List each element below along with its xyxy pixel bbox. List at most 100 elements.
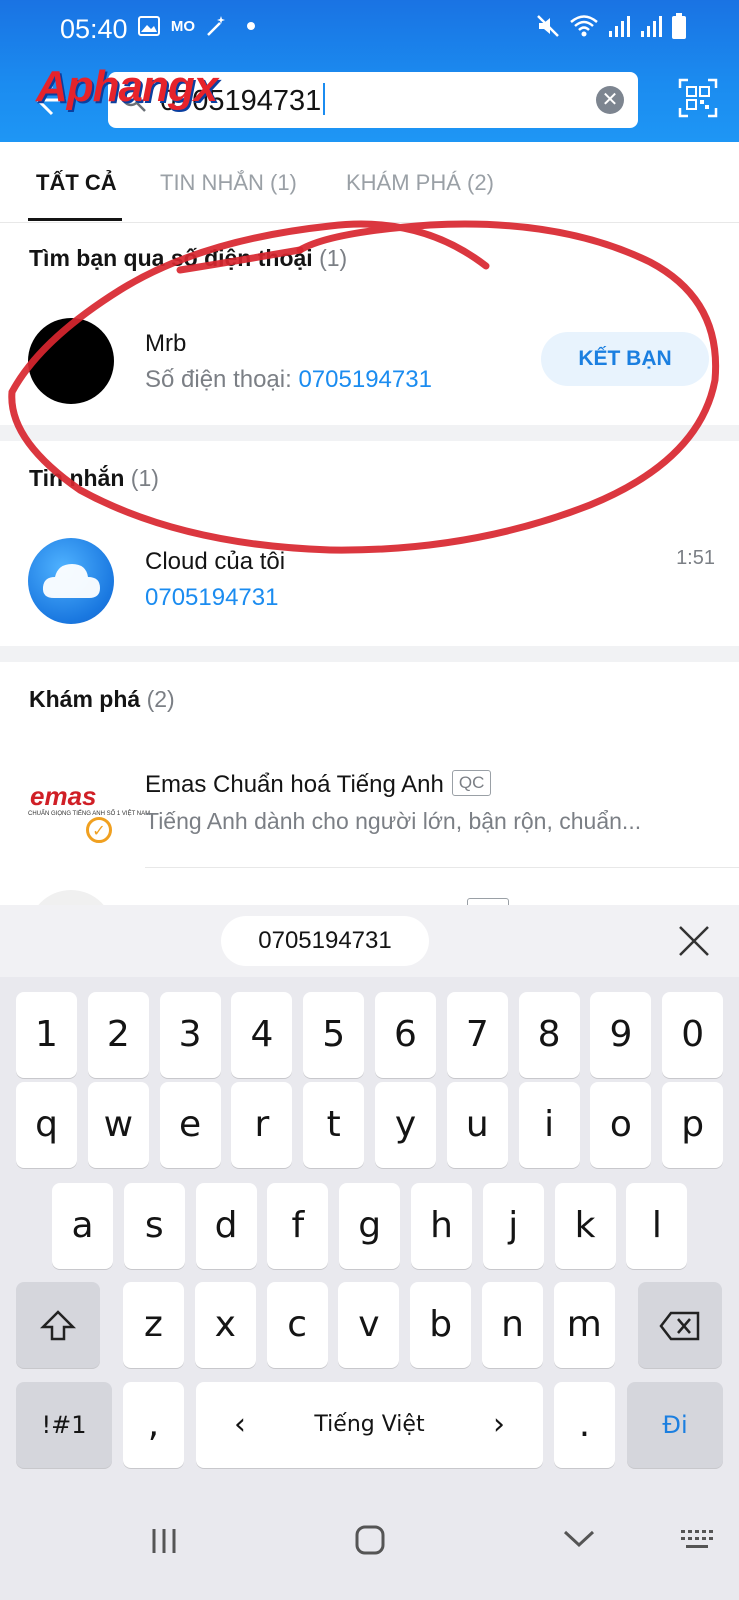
verified-check-icon: ✓ [86, 817, 112, 843]
ad-badge: QC [451, 770, 492, 796]
shift-key[interactable] [16, 1282, 100, 1368]
key-3[interactable]: 3 [159, 992, 221, 1078]
go-key[interactable]: Đi [627, 1382, 723, 1468]
messages-section-count: (1) [130, 465, 159, 491]
phone-section-count: (1) [319, 245, 348, 271]
app-header: 05:40 MO 0705194731 ✕ Aphangx [0, 0, 739, 142]
key-k[interactable]: k [554, 1183, 616, 1269]
soft-keyboard: 0705194731 1234567890 qwertyuiop asdfghjkl… [0, 905, 739, 1600]
shift-icon [39, 1310, 77, 1341]
key-0[interactable]: 0 [662, 992, 724, 1078]
key-x[interactable]: x [194, 1282, 256, 1368]
key-m[interactable]: m [553, 1282, 615, 1368]
keyboard-icon[interactable] [680, 1528, 714, 1557]
cloud-avatar-icon[interactable] [28, 538, 114, 624]
discover-section-count: (2) [146, 686, 175, 712]
key-a[interactable]: a [52, 1183, 113, 1269]
key-q[interactable]: q [16, 1082, 77, 1168]
tab-all[interactable]: TẤT CẢ [36, 170, 117, 196]
key-o[interactable]: o [590, 1082, 652, 1168]
phone-section-title-text: Tìm bạn qua số điện thoại [29, 245, 313, 271]
key-l[interactable]: l [626, 1183, 688, 1269]
conversation-time: 1:51 [676, 547, 715, 569]
emas-logo[interactable]: emas CHUẨN GIỌNG TIẾNG ANH SỐ 1 VIỆT NAM… [26, 775, 150, 845]
status-bar: 05:40 MO [0, 0, 739, 56]
back-icon[interactable] [562, 1528, 596, 1555]
key-b[interactable]: b [410, 1282, 472, 1368]
key-z[interactable]: z [123, 1282, 184, 1368]
text-caret [323, 83, 326, 115]
key-4[interactable]: 4 [231, 992, 293, 1078]
qr-code-icon[interactable] [678, 78, 718, 118]
close-icon[interactable] [676, 923, 712, 959]
signal-icon [639, 13, 663, 44]
watermark-logo: Aphangx [36, 62, 218, 111]
discover-item-description: Tiếng Anh dành cho người lớn, bận rộn, c… [145, 808, 642, 834]
emas-logo-tagline: CHUẨN GIỌNG TIẾNG ANH SỐ 1 VIỆT NAM [28, 811, 151, 817]
home-icon[interactable] [354, 1524, 386, 1561]
contact-phone-line: Số điện thoại: 0705194731 [145, 366, 432, 394]
key-1[interactable]: 1 [16, 992, 77, 1078]
messages-section-title-text: Tin nhắn [29, 465, 125, 491]
key-n[interactable]: n [482, 1282, 543, 1368]
discover-item-name: Emas Chuẩn hoá Tiếng Anh [145, 771, 444, 798]
key-8[interactable]: 8 [518, 992, 580, 1078]
key-t[interactable]: t [303, 1082, 365, 1168]
tab-discover[interactable]: KHÁM PHÁ (2) [346, 170, 494, 196]
clear-search-button[interactable]: ✕ [596, 86, 624, 114]
key-g[interactable]: g [339, 1183, 401, 1269]
key-h[interactable]: h [411, 1183, 472, 1269]
conversation-snippet: 0705194731 [145, 584, 279, 611]
key-i[interactable]: i [518, 1082, 580, 1168]
key-6[interactable]: 6 [375, 992, 436, 1078]
space-bar-language[interactable]: ‹ Tiếng Việt › [196, 1382, 543, 1468]
emas-logo-text: emas [30, 781, 97, 811]
key-e[interactable]: e [159, 1082, 221, 1168]
suggestion-bar: 0705194731 [0, 905, 739, 977]
result-tabs: TẤT CẢ TIN NHẮN (1) KHÁM PHÁ (2) [0, 142, 739, 223]
key-r[interactable]: r [231, 1082, 293, 1168]
backspace-icon [659, 1311, 700, 1341]
key-9[interactable]: 9 [590, 992, 652, 1078]
key-u[interactable]: u [446, 1082, 508, 1168]
battery-icon [671, 12, 687, 45]
symbols-key[interactable]: !#1 [16, 1382, 112, 1468]
comma-key[interactable]: , [123, 1382, 184, 1468]
suggestion-chip[interactable]: 0705194731 [221, 916, 429, 966]
conversation-name[interactable]: Cloud của tôi [145, 548, 285, 576]
section-divider [0, 425, 739, 441]
key-5[interactable]: 5 [303, 992, 365, 1078]
tab-messages[interactable]: TIN NHẮN (1) [160, 170, 297, 196]
discover-item-name-line[interactable]: Emas Chuẩn hoá Tiếng Anh QC [145, 770, 492, 799]
discover-section-title-text: Khám phá [29, 686, 141, 712]
key-c[interactable]: c [266, 1282, 328, 1368]
key-w[interactable]: w [87, 1082, 149, 1168]
status-notification-icons: MO [137, 14, 263, 38]
discover-section-title: Khám phá (2) [29, 686, 175, 713]
phone-section-title: Tìm bạn qua số điện thoại (1) [29, 245, 347, 272]
image-icon [137, 14, 161, 38]
wifi-icon [569, 13, 599, 44]
recent-apps-icon[interactable] [148, 1525, 180, 1562]
backspace-key[interactable] [638, 1282, 722, 1368]
key-s[interactable]: s [123, 1183, 185, 1269]
system-navigation-bar [0, 1500, 739, 1600]
key-p[interactable]: p [662, 1082, 724, 1168]
signal-icon [607, 13, 631, 44]
key-d[interactable]: d [195, 1183, 257, 1269]
key-2[interactable]: 2 [87, 992, 149, 1078]
add-friend-button[interactable]: KẾT BẠN [541, 332, 709, 386]
key-y[interactable]: y [375, 1082, 436, 1168]
language-prev-icon[interactable]: ‹ [234, 1382, 246, 1468]
key-v[interactable]: v [338, 1282, 400, 1368]
contact-name[interactable]: Mrb [145, 330, 186, 358]
avatar[interactable] [28, 318, 114, 404]
section-divider [0, 646, 739, 662]
key-f[interactable]: f [267, 1183, 329, 1269]
key-j[interactable]: j [482, 1183, 544, 1269]
status-system-icons [535, 12, 687, 45]
key-7[interactable]: 7 [446, 992, 508, 1078]
period-key[interactable]: . [554, 1382, 615, 1468]
messages-section-title: Tin nhắn (1) [29, 465, 159, 492]
language-next-icon[interactable]: › [493, 1382, 505, 1468]
